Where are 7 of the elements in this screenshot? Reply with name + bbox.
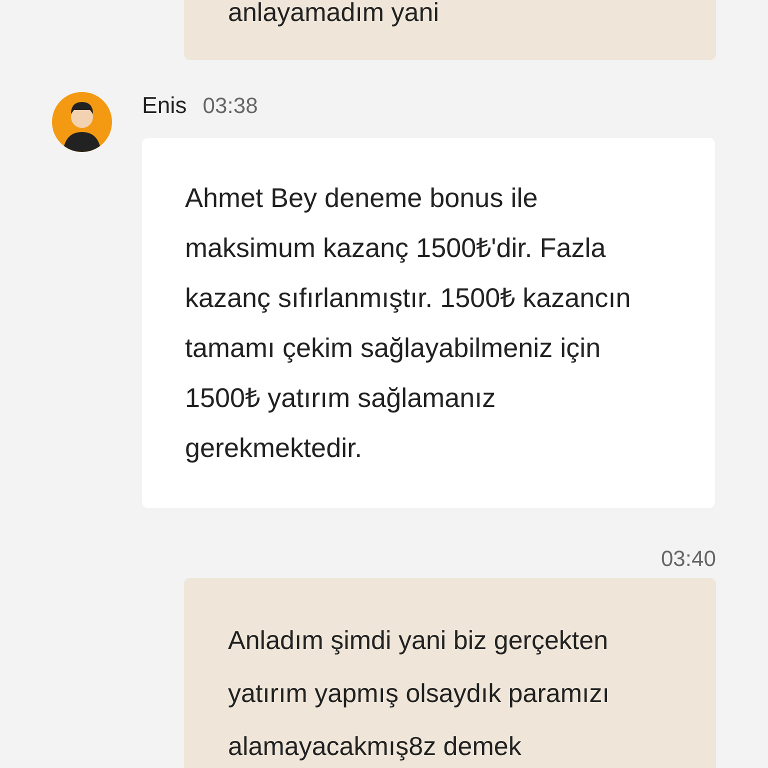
- avatar-icon: [52, 92, 112, 152]
- sent-message-bubble: Anladım şimdi yani biz gerçekten yatırım yapmış olsaydık paramızı alamayacakmış8z demek: [184, 578, 716, 768]
- message-time: 03:38: [202, 93, 258, 119]
- sent-message-bubble: anlayamadım yani: [184, 0, 716, 60]
- sender-name: Enis: [142, 92, 187, 119]
- received-message-bubble: Ahmet Bey deneme bonus ile maksimum kazanç 1500₺'dir. Fazla kazanç sıfırlanmıştır. 1500₺ kazancın tamamı çekim sağlayabilmeniz için 1500₺ yatırım sağlamanız gerekmektedir.: [142, 138, 715, 508]
- message-time: 03:40: [660, 546, 716, 572]
